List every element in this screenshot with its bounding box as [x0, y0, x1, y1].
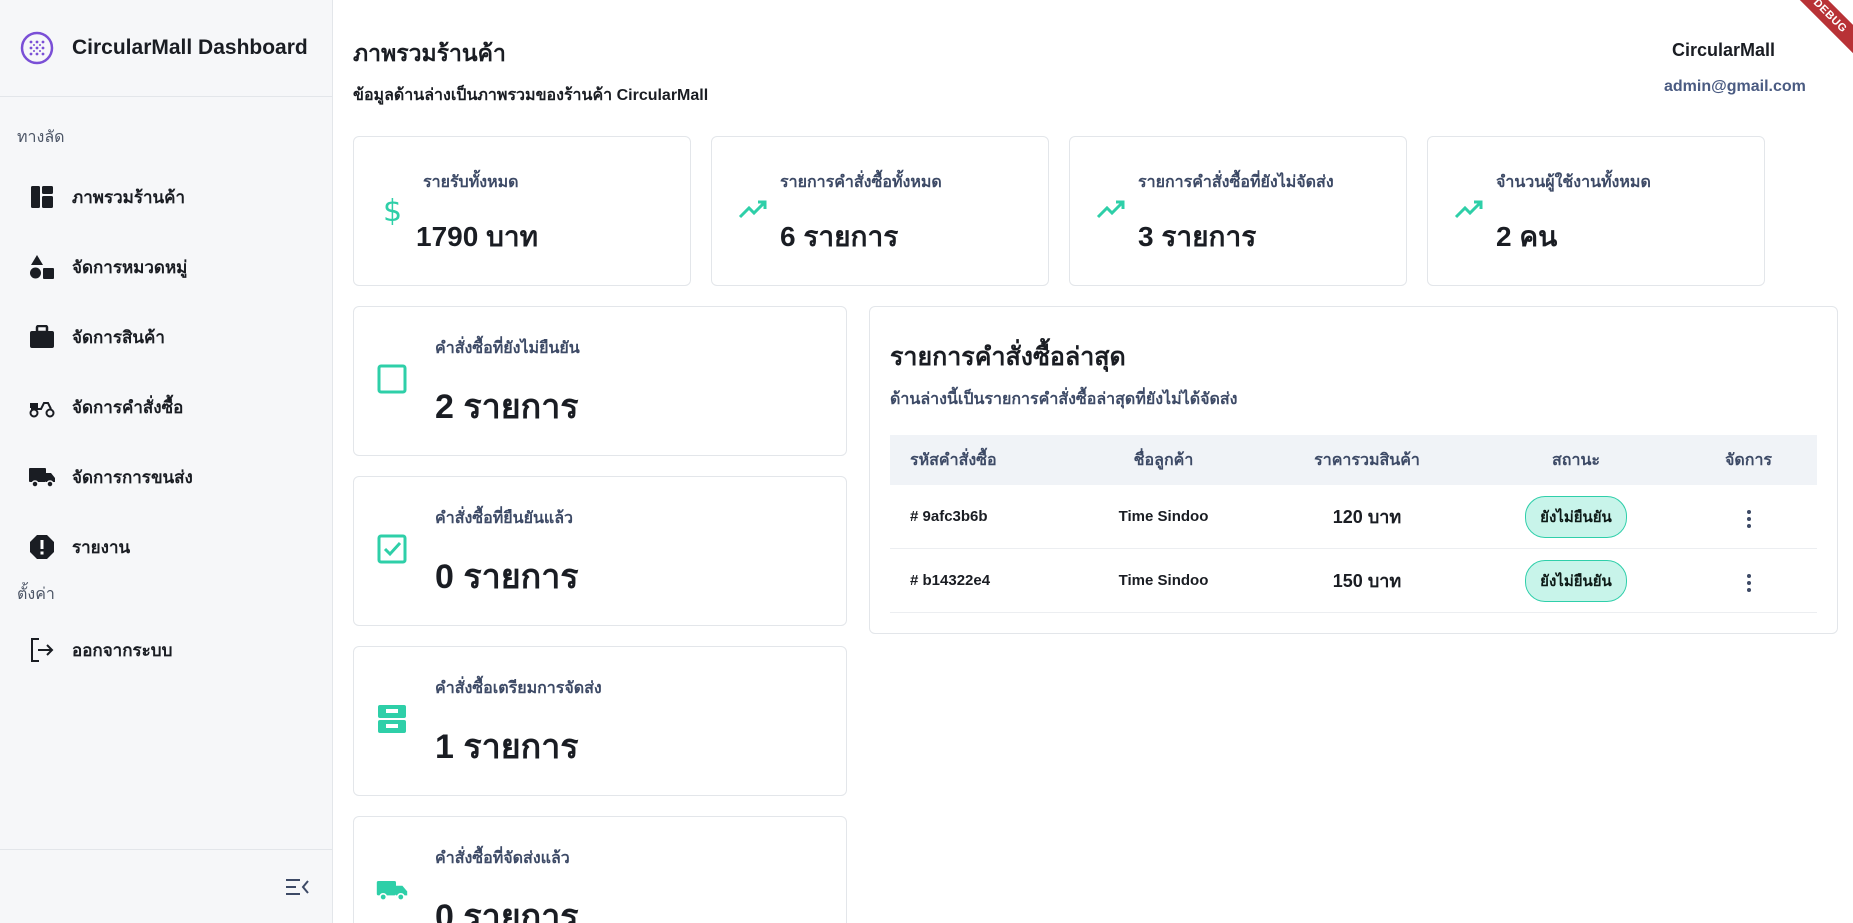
stat-card-revenue: $ รายรับทั้งหมด 1790 บาท	[353, 136, 691, 286]
page-title: ภาพรวมร้านค้า	[353, 40, 506, 66]
logout-icon	[28, 636, 56, 664]
order-card-confirmed[interactable]: คำสั่งซื้อที่ยืนยันแล้ว 0 รายการ	[353, 476, 847, 626]
customer-name: Time Sindoo	[1118, 508, 1209, 525]
stat-card-total-orders: รายการคำสั่งซื้อทั้งหมด 6 รายการ	[711, 136, 1049, 286]
truck-icon	[376, 881, 408, 901]
order-card-preparing[interactable]: คำสั่งซื้อเตรียมการจัดส่ง 1 รายการ	[353, 646, 847, 796]
sidebar-footer	[0, 849, 332, 923]
order-card-title: คำสั่งซื้อเตรียมการจัดส่ง	[435, 680, 602, 697]
briefcase-icon	[28, 323, 56, 351]
alert-icon	[28, 533, 56, 561]
svg-text:$: $	[383, 195, 402, 225]
order-card-value: 1 รายการ	[435, 728, 579, 766]
latest-orders-description: ด้านล่างนี้เป็นรายการคำสั่งซื้อล่าสุดที่…	[890, 391, 1238, 408]
more-vert-icon[interactable]	[1741, 506, 1757, 532]
section-label-shortcuts: ทางลัด	[17, 129, 65, 146]
order-card-shipped[interactable]: คำสั่งซื้อที่จัดส่งแล้ว 0 รายการ	[353, 816, 847, 923]
column-header-order-id[interactable]: รหัสคำสั่งซื้อ	[890, 448, 1065, 473]
table-row[interactable]: # 9afc3b6b Time Sindoo 120 บาท ยังไม่ยืน…	[890, 485, 1817, 549]
inbox-tray-icon	[378, 705, 406, 733]
actions-cell	[1680, 501, 1817, 532]
app-logo-icon	[20, 31, 54, 65]
trending-up-icon	[1454, 200, 1483, 219]
order-id: # 9afc3b6b	[910, 508, 988, 525]
order-card-title: คำสั่งซื้อที่ยังไม่ยืนยัน	[435, 340, 580, 357]
sidebar-item-overview[interactable]: ภาพรวมร้านค้า	[0, 162, 332, 232]
order-id: # b14322e4	[910, 572, 991, 589]
more-vert-icon[interactable]	[1741, 570, 1757, 596]
stat-title: รายรับทั้งหมด	[423, 174, 519, 191]
sidebar: CircularMall Dashboard ทางลัด ภาพรวมร้าน…	[0, 0, 333, 923]
order-card-title: คำสั่งซื้อที่จัดส่งแล้ว	[435, 850, 570, 867]
sidebar-item-reports[interactable]: รายงาน	[0, 512, 332, 582]
order-card-value: 2 รายการ	[435, 388, 579, 426]
checkbox-empty-icon	[377, 364, 407, 394]
status-cell: ยังไม่ยืนยัน	[1472, 559, 1680, 602]
status-badge: ยังไม่ยืนยัน	[1525, 495, 1627, 538]
stat-value: 2 คน	[1496, 221, 1558, 252]
main-content: ภาพรวมร้านค้า ข้อมูลด้านล่างเป็นภาพรวมขอ…	[333, 0, 1853, 923]
status-cell: ยังไม่ยืนยัน	[1472, 495, 1680, 538]
sidebar-item-label: จัดการหมวดหมู่	[72, 257, 188, 277]
sidebar-item-shipping[interactable]: จัดการการขนส่ง	[0, 442, 332, 512]
debug-banner: DEBUG	[1784, 0, 1853, 62]
trending-up-icon	[738, 200, 767, 219]
checkbox-checked-icon	[377, 534, 407, 564]
sidebar-item-label: จัดการคำสั่งซื้อ	[72, 397, 184, 417]
stat-title: จำนวนผู้ใช้งานทั้งหมด	[1496, 174, 1651, 191]
stat-value: 1790 บาท	[416, 221, 539, 252]
order-card-unconfirmed[interactable]: คำสั่งซื้อที่ยังไม่ยืนยัน 2 รายการ	[353, 306, 847, 456]
trending-up-icon	[1096, 200, 1125, 219]
section-label-settings: ตั้งค่า	[17, 586, 55, 603]
orders-table: รหัสคำสั่งซื้อ ชื่อลูกค้า ราคารวมสินค้า …	[890, 435, 1817, 613]
app-title: CircularMall Dashboard	[72, 36, 308, 59]
table-header: รหัสคำสั่งซื้อ ชื่อลูกค้า ราคารวมสินค้า …	[890, 435, 1817, 485]
user-email[interactable]: admin@gmail.com	[1664, 78, 1806, 96]
truck-icon	[28, 463, 56, 491]
stat-card-unshipped-orders: รายการคำสั่งซื้อที่ยังไม่จัดส่ง 3 รายการ	[1069, 136, 1407, 286]
column-header-status[interactable]: สถานะ	[1472, 448, 1680, 473]
delivery-scooter-icon	[28, 393, 56, 421]
sidebar-item-label: จัดการสินค้า	[72, 327, 165, 347]
collapse-sidebar-icon[interactable]	[284, 874, 310, 900]
latest-orders-title: รายการคำสั่งซื้อล่าสุด	[890, 343, 1126, 371]
column-header-actions: จัดการ	[1724, 451, 1773, 469]
sidebar-item-label: ภาพรวมร้านค้า	[72, 187, 186, 207]
user-name[interactable]: CircularMall	[1672, 40, 1775, 61]
order-card-value: 0 รายการ	[435, 898, 579, 923]
sidebar-item-logout[interactable]: ออกจากระบบ	[0, 615, 332, 685]
dollar-icon: $	[383, 195, 402, 225]
sidebar-item-categories[interactable]: จัดการหมวดหมู่	[0, 232, 332, 302]
actions-cell	[1680, 565, 1817, 596]
column-header-customer[interactable]: ชื่อลูกค้า	[1065, 448, 1262, 473]
page-subtitle: ข้อมูลด้านล่างเป็นภาพรวมของร้านค้า Circu…	[353, 87, 709, 104]
order-card-value: 0 รายการ	[435, 558, 579, 596]
brand[interactable]: CircularMall Dashboard	[0, 0, 332, 97]
stat-card-users: จำนวนผู้ใช้งานทั้งหมด 2 คน	[1427, 136, 1765, 286]
stat-title: รายการคำสั่งซื้อทั้งหมด	[780, 174, 942, 191]
order-total: 150 บาท	[1332, 571, 1402, 591]
stat-title: รายการคำสั่งซื้อที่ยังไม่จัดส่ง	[1138, 174, 1334, 191]
category-icon	[28, 253, 56, 281]
dashboard-icon	[28, 183, 56, 211]
latest-orders-panel: รายการคำสั่งซื้อล่าสุด ด้านล่างนี้เป็นรา…	[869, 306, 1838, 634]
sidebar-item-label: จัดการการขนส่ง	[72, 467, 193, 487]
sidebar-item-label: ออกจากระบบ	[72, 640, 173, 660]
column-header-total[interactable]: ราคารวมสินค้า	[1262, 448, 1472, 473]
sidebar-item-label: รายงาน	[72, 537, 131, 557]
sidebar-item-products[interactable]: จัดการสินค้า	[0, 302, 332, 372]
sidebar-item-orders[interactable]: จัดการคำสั่งซื้อ	[0, 372, 332, 442]
stat-value: 6 รายการ	[780, 221, 899, 252]
table-row[interactable]: # b14322e4 Time Sindoo 150 บาท ยังไม่ยืน…	[890, 549, 1817, 613]
status-badge: ยังไม่ยืนยัน	[1525, 559, 1627, 602]
customer-name: Time Sindoo	[1118, 572, 1209, 589]
order-total: 120 บาท	[1332, 507, 1402, 527]
stat-value: 3 รายการ	[1138, 221, 1257, 252]
order-card-title: คำสั่งซื้อที่ยืนยันแล้ว	[435, 510, 574, 527]
